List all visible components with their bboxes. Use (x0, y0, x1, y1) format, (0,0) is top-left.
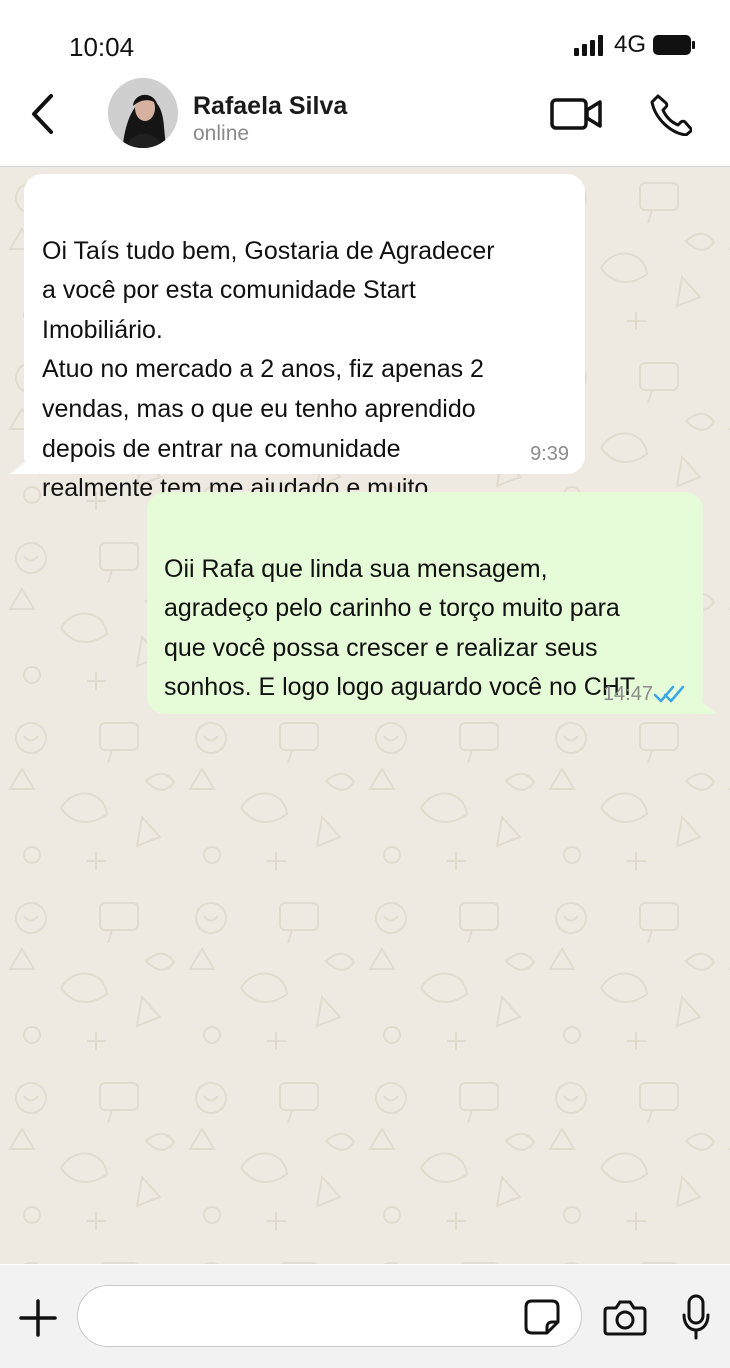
chat-area[interactable]: Oi Taís tudo bem, Gostaria de Agradecer … (0, 167, 730, 1264)
contact-name[interactable]: Rafaela Silva (193, 92, 347, 121)
phone-call-icon[interactable] (648, 92, 692, 136)
microphone-icon[interactable] (681, 1293, 711, 1341)
double-check-read-icon (653, 685, 685, 703)
status-indicators: 4G (573, 31, 696, 59)
network-label: 4G (613, 31, 646, 58)
incoming-message-time: 9:39 (530, 443, 569, 465)
camera-icon[interactable] (603, 1298, 647, 1336)
battery-icon (653, 35, 695, 55)
chat-header: Rafaela Silva online (0, 78, 730, 167)
plus-icon[interactable] (18, 1298, 58, 1338)
contact-status: online (193, 122, 250, 145)
status-time: 10:04 (69, 32, 135, 62)
incoming-message-text: Oi Taís tudo bem, Gostaria de Agradecer … (42, 236, 495, 503)
status-bar: 10:04 4G (0, 0, 730, 80)
video-call-icon[interactable] (549, 96, 603, 132)
back-arrow-icon[interactable] (26, 92, 60, 136)
signal-bars-icon (573, 35, 603, 56)
outgoing-message-bubble[interactable]: Oii Rafa que linda sua mensagem, agradeç… (147, 492, 703, 714)
sticker-icon[interactable] (522, 1297, 562, 1337)
message-composer (0, 1265, 730, 1368)
outgoing-message-time: 14:47 (602, 683, 653, 705)
contact-avatar[interactable] (108, 78, 178, 148)
outgoing-message-text: Oii Rafa que linda sua mensagem, agradeç… (164, 554, 636, 702)
incoming-message-bubble[interactable]: Oi Taís tudo bem, Gostaria de Agradecer … (24, 174, 585, 502)
message-input[interactable] (77, 1285, 582, 1347)
